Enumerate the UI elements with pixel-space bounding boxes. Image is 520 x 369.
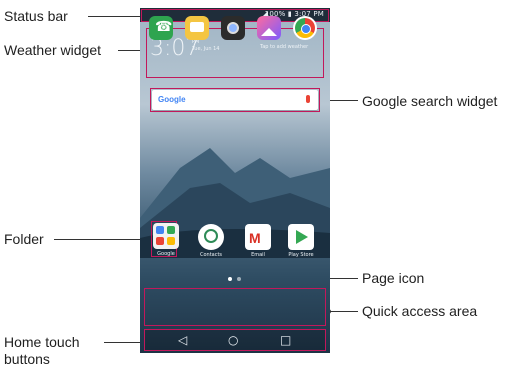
chrome-icon[interactable] <box>293 16 317 40</box>
camera-icon[interactable] <box>221 16 245 40</box>
email-icon[interactable]: M <box>245 224 271 250</box>
callout-folder: Folder <box>4 231 44 247</box>
search-highlight <box>150 88 320 112</box>
home-button[interactable]: ○ <box>228 333 238 347</box>
callout-quick-access-area: Quick access area <box>362 303 478 319</box>
messages-icon[interactable] <box>185 16 209 40</box>
callout-google-search-widget: Google search widget <box>362 93 498 109</box>
play-store-icon[interactable] <box>288 224 314 250</box>
page-indicator <box>228 276 242 282</box>
callout-page-icon: Page icon <box>362 270 425 286</box>
dock-slot <box>149 16 173 40</box>
weather-date: Tue, Jun 14 <box>192 46 220 52</box>
callout-status-bar: Status bar <box>4 8 68 24</box>
phone-screen: 100% ▮ 3:07 PM 3:07 PM Tue, Jun 14 Tap t… <box>140 8 330 353</box>
callout-home-touch-buttons: Home touch <box>4 334 80 350</box>
contacts-icon[interactable] <box>198 224 224 250</box>
app-label: Play Store <box>288 252 314 258</box>
callout-weather-widget: Weather widget <box>4 42 102 58</box>
callout-line <box>54 239 150 240</box>
quick-access-area <box>144 288 326 326</box>
callout-line <box>88 16 146 17</box>
back-button[interactable]: ◁ <box>178 333 187 347</box>
folder-icon[interactable] <box>153 223 179 249</box>
callout-home-touch-buttons-line2: buttons <box>4 351 50 367</box>
page-dot-active <box>228 277 232 281</box>
callout-line <box>328 311 358 312</box>
app-label: Email <box>251 252 265 258</box>
weather-tap-text: Tap to add weather <box>260 44 309 50</box>
gallery-icon[interactable] <box>257 16 281 40</box>
recents-button[interactable]: □ <box>280 333 291 347</box>
callout-line <box>104 342 144 343</box>
app-label: Google <box>157 251 175 257</box>
page-dot <box>237 277 241 281</box>
app-label: Contacts <box>199 252 223 258</box>
